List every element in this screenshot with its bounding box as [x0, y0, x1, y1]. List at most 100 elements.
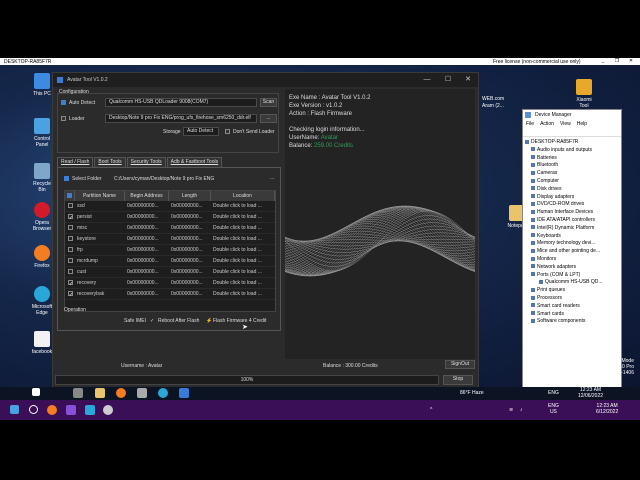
- loader-browse-button[interactable]: ...: [260, 114, 277, 123]
- desktop-icon-opera[interactable]: Opera Browser: [31, 202, 53, 232]
- row-checkbox[interactable]: [65, 245, 75, 255]
- location[interactable]: Double click to load ...: [211, 245, 275, 255]
- device-category[interactable]: Print queues: [525, 287, 621, 295]
- column-header[interactable]: Partition Name: [75, 191, 125, 201]
- desktop-icon-control-panel[interactable]: Control Panel: [31, 118, 53, 148]
- tray-chevron-icon[interactable]: ^: [430, 407, 432, 413]
- table-row[interactable]: frp 0x00000000... 0x00000000... Double clic…: [65, 245, 275, 256]
- weather-widget[interactable]: 86°F Haze: [460, 390, 484, 396]
- device-category[interactable]: Qualcomm HS-USB QD...: [525, 279, 621, 287]
- column-header[interactable]: Begin Address: [125, 191, 169, 201]
- device-category[interactable]: IDE ATA/ATAPI controllers: [525, 217, 621, 225]
- device-category[interactable]: Human Interface Devices: [525, 209, 621, 217]
- location[interactable]: Double click to load ...: [211, 201, 275, 211]
- table-row[interactable]: persist 0x00000000... 0x00000000... Double …: [65, 212, 275, 223]
- task-view-icon[interactable]: [73, 388, 83, 398]
- row-checkbox[interactable]: [65, 278, 75, 288]
- row-checkbox[interactable]: [65, 234, 75, 244]
- avatar-tool-taskbar-icon[interactable]: [179, 388, 189, 398]
- column-header[interactable]: Location: [211, 191, 275, 201]
- loader-checkbox[interactable]: [61, 116, 66, 121]
- row-checkbox[interactable]: [65, 256, 75, 266]
- window-minimize-button[interactable]: —: [417, 73, 437, 87]
- device-category[interactable]: Intel(R) Dynamic Platform: [525, 225, 621, 233]
- windows-start-icon[interactable]: [10, 405, 19, 414]
- dont-send-loader-checkbox[interactable]: [225, 129, 230, 134]
- obs-icon[interactable]: [103, 405, 113, 415]
- menu-action[interactable]: Action: [540, 120, 554, 128]
- device-category[interactable]: Keyboards: [525, 233, 621, 241]
- device-category[interactable]: Computer: [525, 178, 621, 186]
- app-icon[interactable]: [66, 405, 76, 415]
- desktop-icon-edge[interactable]: Microsoft Edge: [31, 286, 53, 316]
- language-indicator[interactable]: ENG US: [548, 403, 559, 415]
- wifi-icon[interactable]: ≋: [509, 407, 513, 413]
- table-row[interactable]: recovery 0x00000000... 0x00000000... Double…: [65, 278, 275, 289]
- location[interactable]: Double click to load ...: [211, 234, 275, 244]
- tab-boot-tools[interactable]: Boot Tools: [94, 157, 126, 167]
- table-row[interactable]: ssd 0x00000000... 0x00000000... Double clic…: [65, 201, 275, 212]
- tab-adb-fastboot-tools[interactable]: Adb & Fastboot Tools: [166, 157, 223, 167]
- device-category[interactable]: Batteries: [525, 155, 621, 163]
- device-category[interactable]: Monitors: [525, 256, 621, 264]
- edge-icon[interactable]: [158, 388, 168, 398]
- device-category[interactable]: Disk drives: [525, 186, 621, 194]
- window-close-button[interactable]: ✕: [458, 73, 478, 87]
- volume-icon[interactable]: ♪: [520, 407, 523, 413]
- location[interactable]: Double click to load ...: [211, 212, 275, 222]
- device-category[interactable]: Cameras: [525, 170, 621, 178]
- tree-root[interactable]: DESKTOP-RA85F7R: [525, 139, 621, 147]
- row-checkbox[interactable]: [65, 289, 75, 299]
- port-select[interactable]: Qualcomm HS-USB QDLoader 9008(COM7): [105, 98, 257, 107]
- host-restore-button[interactable]: ❐: [610, 58, 624, 65]
- auto-detect-checkbox[interactable]: [61, 100, 66, 105]
- remote-desktop-icon[interactable]: [85, 405, 95, 415]
- menu-help[interactable]: Help: [577, 120, 587, 128]
- row-checkbox[interactable]: [65, 201, 75, 211]
- stop-button[interactable]: Stop: [443, 375, 473, 385]
- device-category[interactable]: Processors: [525, 295, 621, 303]
- device-category[interactable]: Mice and other pointing de...: [525, 248, 621, 256]
- language-indicator[interactable]: ENG: [548, 390, 559, 396]
- select-all-checkbox[interactable]: [65, 191, 75, 201]
- signout-button[interactable]: SignOut: [445, 360, 475, 369]
- menu-view[interactable]: View: [560, 120, 571, 128]
- desktop-icon-xiaomi-tool[interactable]: Xiaomi Tool: [573, 79, 595, 109]
- row-checkbox[interactable]: [65, 267, 75, 277]
- select-folder-checkbox[interactable]: [64, 176, 69, 181]
- firefox-icon[interactable]: [47, 405, 57, 415]
- storage-select[interactable]: Auto Detect: [183, 127, 219, 136]
- column-header[interactable]: Length: [169, 191, 211, 201]
- device-category[interactable]: Ports (COM & LPT): [525, 272, 621, 280]
- device-category[interactable]: DVD/CD-ROM drives: [525, 201, 621, 209]
- row-checkbox[interactable]: [65, 212, 75, 222]
- device-category[interactable]: Smart card readers: [525, 303, 621, 311]
- desktop-icon-recycle-bin[interactable]: Recycle Bin: [31, 163, 53, 193]
- clock[interactable]: 12:23 AM 6/12/2022: [596, 403, 618, 415]
- location[interactable]: Double click to load ...: [211, 256, 275, 266]
- host-close-button[interactable]: ✕: [624, 58, 638, 65]
- device-manager-titlebar[interactable]: Device Manager: [523, 110, 621, 120]
- location[interactable]: Double click to load ...: [211, 289, 275, 299]
- location[interactable]: Double click to load ...: [211, 267, 275, 277]
- host-minimize-button[interactable]: _: [596, 58, 610, 65]
- windows-start-icon[interactable]: [32, 388, 40, 396]
- table-row[interactable]: keystore 0x00000000... 0x00000000... Double…: [65, 234, 275, 245]
- menu-file[interactable]: File: [526, 120, 534, 128]
- table-row[interactable]: misc 0x00000000... 0x00000000... Double cli…: [65, 223, 275, 234]
- safe-imei-option[interactable]: Safe IMEI: [124, 318, 146, 324]
- reboot-after-flash-option[interactable]: Reboot After Flash: [158, 318, 199, 324]
- desktop-icon-firefox[interactable]: Firefox: [31, 245, 53, 269]
- file-explorer-icon[interactable]: [95, 388, 105, 398]
- device-category[interactable]: Software components: [525, 318, 621, 326]
- location[interactable]: Double click to load ...: [211, 278, 275, 288]
- table-row[interactable]: recoverybak 0x00000000... 0x00000000... Dou…: [65, 289, 275, 300]
- folder-browse-button[interactable]: ...: [270, 175, 274, 181]
- firefox-icon[interactable]: [116, 388, 126, 398]
- scan-button[interactable]: Scan: [260, 98, 277, 107]
- search-icon[interactable]: [29, 405, 38, 414]
- table-row[interactable]: mcrdump 0x00000000... 0x00000000... Double …: [65, 256, 275, 267]
- flash-firmware-button[interactable]: Flash Firmware 4 Credit: [213, 318, 266, 324]
- app-icon[interactable]: [137, 388, 147, 398]
- desktop-icon-facebook[interactable]: facebook: [31, 331, 53, 355]
